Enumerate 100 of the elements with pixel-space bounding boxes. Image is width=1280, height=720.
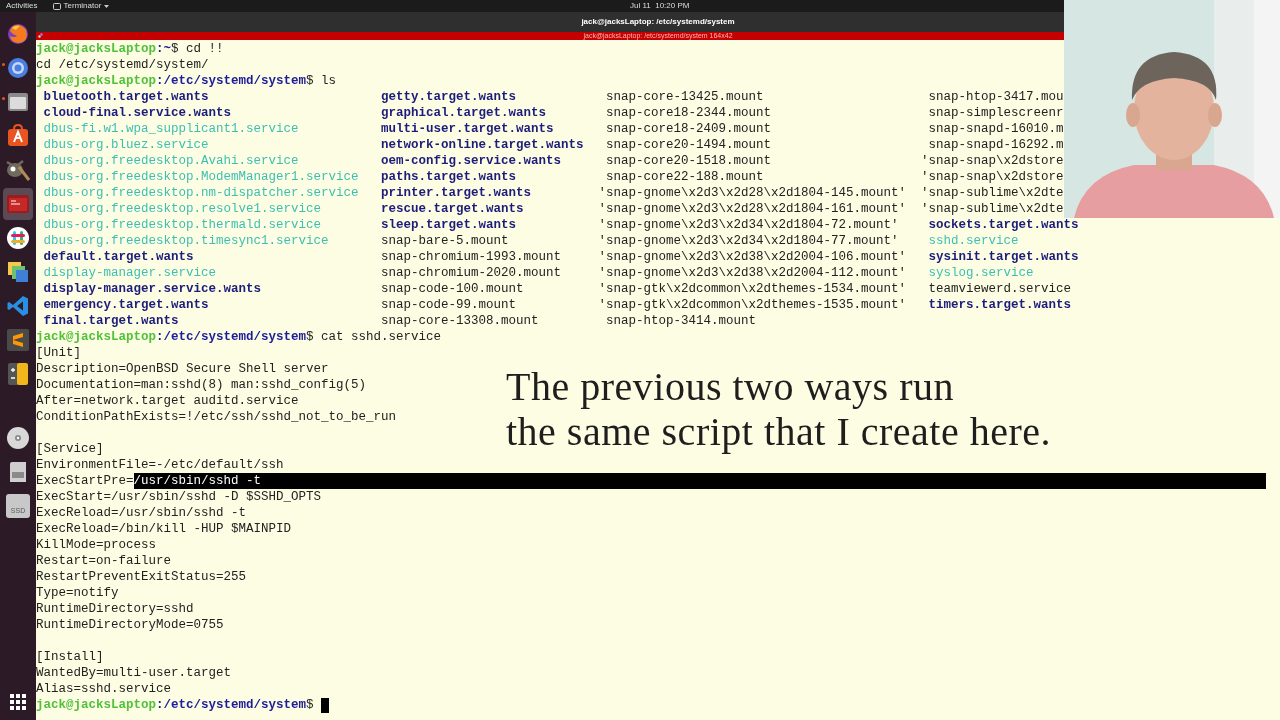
file-name: snap-core20-1518.mount <box>606 153 772 169</box>
output-line: ExecStart=/usr/sbin/sshd -D $SSHD_OPTS <box>36 489 322 505</box>
output-line: RestartPreventExitStatus=255 <box>36 569 247 585</box>
file-name: snap-htop-3414.mount <box>606 313 757 329</box>
stacked-squares-icon <box>6 260 30 284</box>
file-name: snap-core18-2409.mount <box>606 121 772 137</box>
output-line: After=network.target auditd.service <box>36 393 299 409</box>
file-name: teamviewerd.service <box>928 281 1072 297</box>
file-name: dbus-org.freedesktop.resolve1.service <box>43 201 322 217</box>
file-name: sockets.target.wants <box>928 217 1079 233</box>
file-name: 'snap-gtk\x2dcommon\x2dthemes-1535.mount' <box>598 297 907 313</box>
selected-text: /usr/sbin/sshd -t <box>133 473 1266 489</box>
file-name: snap-chromium-1993.mount <box>381 249 562 265</box>
hash-icon <box>6 226 30 250</box>
file-name: dbus-org.freedesktop.timesync1.service <box>43 233 329 249</box>
file-name: 'snap-snap\x2dstore <box>921 153 1064 169</box>
file-name: snap-simplescreenr <box>928 105 1064 121</box>
command-text: cd !! <box>186 41 224 57</box>
output-line: [Service] <box>36 441 104 457</box>
file-name: printer.target.wants <box>381 185 532 201</box>
file-name: 'snap-gtk\x2dcommon\x2dthemes-1534.mount' <box>598 281 907 297</box>
output-line: Restart=on-failure <box>36 553 172 569</box>
output-line: RuntimeDirectoryMode=0755 <box>36 617 224 633</box>
app-menu[interactable]: Terminator <box>52 0 110 12</box>
terminal-icon <box>52 2 61 10</box>
file-name: dbus-org.freedesktop.nm-dispatcher.service <box>43 185 359 201</box>
prompt-user: jack@jacksLaptop <box>36 73 157 89</box>
output-line: [Unit] <box>36 345 81 361</box>
apps-grid-icon <box>10 694 26 710</box>
caption-line: the same script that I create here. <box>506 409 1051 454</box>
command-text: ls <box>321 73 337 89</box>
file-name: cloud-final.service.wants <box>43 105 232 121</box>
file-name: bluetooth.target.wants <box>43 89 209 105</box>
output-line: Alias=sshd.service <box>36 681 172 697</box>
file-name: snap-code-100.mount <box>381 281 524 297</box>
output-line: cd /etc/systemd/system/ <box>36 57 209 73</box>
file-name: paths.target.wants <box>381 169 517 185</box>
output-line: EnvironmentFile=-/etc/default/ssh <box>36 457 284 473</box>
file-name: 'snap-gnome\x2d3\x2d28\x2d1804-145.mount' <box>598 185 907 201</box>
file-name: sshd.service <box>928 233 1019 249</box>
output-line: ExecReload=/bin/kill -HUP $MAINPID <box>36 521 292 537</box>
file-name: 'snap-gnome\x2d3\x2d38\x2d2004-112.mount' <box>598 265 907 281</box>
prompt-path: :~ <box>156 41 172 57</box>
code-editor-icon <box>6 294 30 318</box>
output-line: ConditionPathExists=!/etc/ssh/sshd_not_to_be_run <box>36 409 397 425</box>
caret-icon <box>104 4 110 8</box>
file-name: getty.target.wants <box>381 89 517 105</box>
file-name: default.target.wants <box>43 249 194 265</box>
prompt-sign: $ <box>171 41 179 57</box>
file-name: 'snap-gnome\x2d3\x2d38\x2d2004-106.mount' <box>598 249 907 265</box>
file-name: snap-snapd-16292.m <box>928 137 1064 153</box>
file-name: oem-config.service.wants <box>381 153 562 169</box>
caption-line: The previous two ways run <box>506 364 954 409</box>
file-name: 'snap-sublime\x2dte <box>921 201 1064 217</box>
file-name: sleep.target.wants <box>381 217 517 233</box>
prompt-user: jack@jacksLaptop <box>36 41 157 57</box>
file-name: 'snap-gnome\x2d3\x2d34\x2d1804-77.mount' <box>598 233 899 249</box>
output-line: Type=notify <box>36 585 119 601</box>
file-name: snap-chromium-2020.mount <box>381 265 562 281</box>
prompt-path: :/etc/systemd/system <box>156 73 307 89</box>
file-name: dbus-org.freedesktop.thermald.service <box>43 217 322 233</box>
output-line: KillMode=process <box>36 537 157 553</box>
file-name: snap-core18-2344.mount <box>606 105 772 121</box>
file-name: emergency.target.wants <box>43 297 209 313</box>
file-name: snap-snapd-16010.m <box>928 121 1064 137</box>
output-line: ExecStartPre= <box>36 473 134 489</box>
window-title: jack@jacksLaptop: /etc/systemd/system <box>581 16 735 28</box>
file-name: multi-user.target.wants <box>381 121 554 137</box>
file-name: 'snap-gnome\x2d3\x2d28\x2d1804-161.mount' <box>598 201 907 217</box>
file-name: display-manager.service.wants <box>43 281 262 297</box>
output-line: [Install] <box>36 649 104 665</box>
calculator-icon <box>6 362 30 386</box>
browser-icon <box>6 56 30 80</box>
file-name: 'snap-gnome\x2d3\x2d34\x2d1804-72.mount' <box>598 217 899 233</box>
grip-icon <box>38 33 43 38</box>
file-name: final.target.wants <box>43 313 179 329</box>
file-name: graphical.target.wants <box>381 105 547 121</box>
fox-browser-icon <box>6 22 30 46</box>
prompt-path: :/etc/systemd/system <box>156 329 307 345</box>
file-name: 'snap-sublime\x2dte <box>921 185 1064 201</box>
clock[interactable]: Jul 11 10:20 PM <box>630 0 690 12</box>
output-line: Documentation=man:sshd(8) man:sshd_config(5) <box>36 377 367 393</box>
file-name: sysinit.target.wants <box>928 249 1079 265</box>
file-name: timers.target.wants <box>928 297 1072 313</box>
disc-icon <box>6 426 30 450</box>
terminal-icon <box>6 192 30 216</box>
file-name: snap-code-99.mount <box>381 297 517 313</box>
activities-button[interactable]: Activities <box>6 0 38 12</box>
output-line: Description=OpenBSD Secure Shell server <box>36 361 329 377</box>
file-name: snap-core20-1494.mount <box>606 137 772 153</box>
file-name: dbus-org.freedesktop.Avahi.service <box>43 153 299 169</box>
output-line: WantedBy=multi-user.target <box>36 665 232 681</box>
prompt-sign: $ <box>306 697 314 713</box>
file-name: dbus-org.freedesktop.ModemManager1.service <box>43 169 359 185</box>
file-name: rescue.target.wants <box>381 201 524 217</box>
animal-brush-icon <box>6 158 30 182</box>
folder-icon <box>6 90 30 114</box>
output-line: ExecReload=/usr/sbin/sshd -t <box>36 505 247 521</box>
file-name: snap-core-13308.mount <box>381 313 539 329</box>
file-name: network-online.target.wants <box>381 137 584 153</box>
